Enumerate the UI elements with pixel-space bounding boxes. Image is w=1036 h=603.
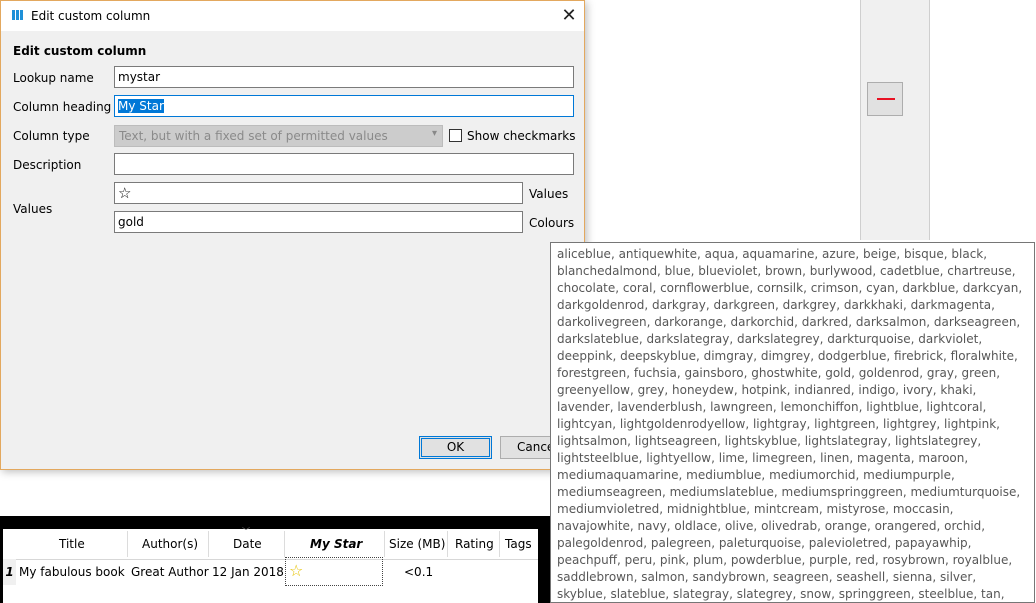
close-icon[interactable]: ✕ bbox=[557, 4, 581, 28]
column-type-select[interactable]: Text, but with a fixed set of permitted … bbox=[114, 125, 443, 147]
colours-side-label: Colours bbox=[529, 216, 575, 230]
column-header-rating[interactable]: Rating bbox=[455, 537, 494, 551]
show-checkmarks-checkbox[interactable] bbox=[449, 129, 462, 142]
sort-indicator-icon: ﹀ bbox=[242, 527, 250, 536]
cell-title[interactable]: My fabulous book bbox=[19, 565, 125, 579]
edit-custom-column-dialog: Edit custom column ✕ Edit custom column … bbox=[0, 0, 585, 470]
cell-size[interactable]: <0.1 bbox=[404, 565, 433, 579]
ok-button[interactable]: OK bbox=[419, 436, 492, 459]
cell-author[interactable]: Great Author bbox=[131, 565, 209, 579]
show-checkmarks-label: Show checkmarks bbox=[467, 129, 576, 143]
focus-ring bbox=[421, 438, 490, 457]
colour-names-tooltip: aliceblue, antiquewhite, aqua, aquamarin… bbox=[550, 242, 1035, 603]
description-label: Description bbox=[13, 158, 82, 172]
description-input[interactable] bbox=[114, 153, 574, 175]
column-type-label: Column type bbox=[13, 129, 90, 143]
selected-text: My Star bbox=[118, 99, 164, 113]
colours-input[interactable]: gold bbox=[114, 211, 523, 233]
column-heading-label: Column heading bbox=[13, 100, 112, 114]
dialog-title: Edit custom column bbox=[31, 9, 151, 23]
table-header: Title Author(s) ﹀ Date My Star Size (MB)… bbox=[3, 527, 538, 560]
column-header-title[interactable]: Title bbox=[59, 537, 85, 551]
values-input[interactable]: ☆ bbox=[114, 182, 523, 204]
minus-icon bbox=[877, 98, 895, 100]
values-label: Values bbox=[13, 202, 53, 216]
lookup-name-input[interactable]: mystar bbox=[114, 66, 574, 88]
remove-column-button[interactable] bbox=[867, 82, 903, 116]
star-icon: ☆ bbox=[289, 561, 304, 580]
calibre-app-icon bbox=[12, 10, 24, 20]
section-heading: Edit custom column bbox=[13, 44, 147, 58]
column-header-my-star[interactable]: My Star bbox=[310, 537, 362, 551]
cell-my-star[interactable]: ☆ bbox=[285, 557, 383, 586]
column-type-value: Text, but with a fixed set of permitted … bbox=[119, 129, 388, 143]
chevron-down-icon: ▾ bbox=[431, 128, 437, 139]
column-header-size[interactable]: Size (MB) bbox=[389, 537, 445, 551]
lookup-name-label: Lookup name bbox=[13, 71, 94, 85]
values-side-label: Values bbox=[529, 187, 569, 201]
column-header-tags[interactable]: Tags bbox=[505, 537, 532, 551]
row-number: 1 bbox=[3, 559, 16, 585]
column-heading-input[interactable]: My Star bbox=[114, 95, 574, 117]
book-list-table: Title Author(s) ﹀ Date My Star Size (MB)… bbox=[3, 527, 538, 603]
column-header-authors[interactable]: Author(s) bbox=[142, 537, 198, 551]
dialog-titlebar: Edit custom column ✕ bbox=[1, 1, 584, 31]
background-window-panel bbox=[860, 0, 930, 240]
column-header-date[interactable]: Date bbox=[233, 537, 262, 551]
cell-date[interactable]: 12 Jan 2018 bbox=[212, 565, 284, 579]
